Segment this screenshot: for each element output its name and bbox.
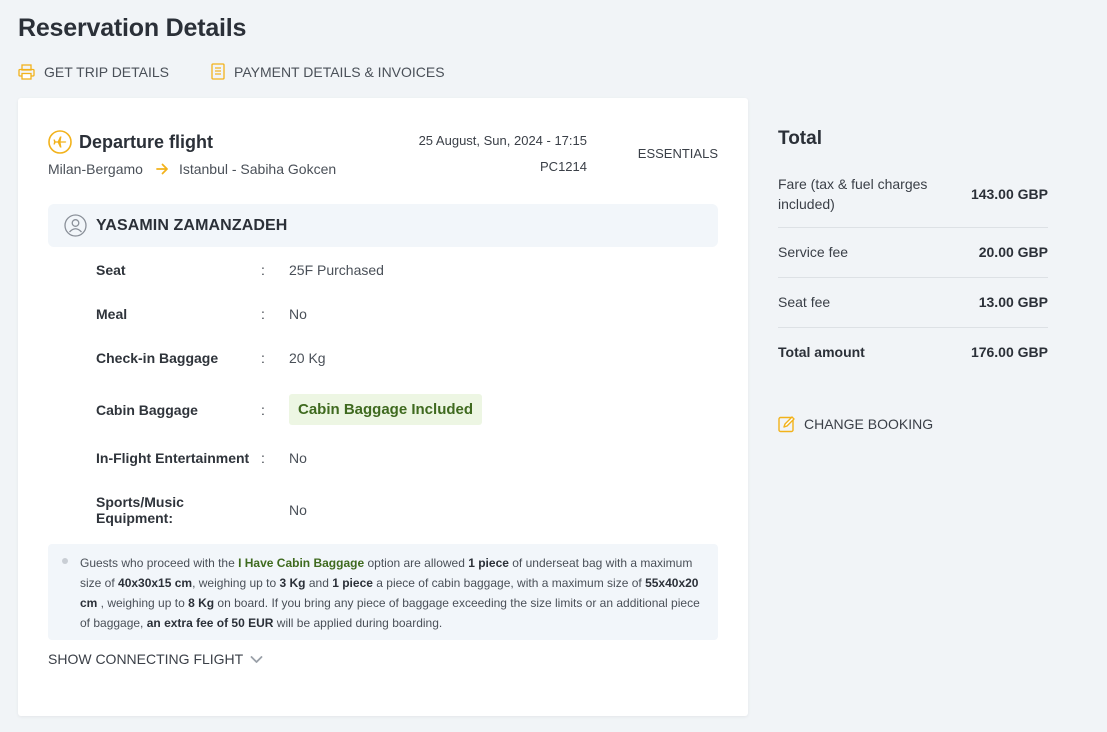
detail-label: Check-in Baggage [96,350,219,366]
bullet-dot [62,558,68,564]
detail-label: In-Flight Entertainment [96,450,250,466]
flight-number: PC1214 [540,159,587,174]
page-title: Reservation Details [18,14,247,42]
destination-airport: Istanbul - Sabiha Gokcen [178,161,337,177]
flight-card: Departure flight Milan-Bergamo Istanbul … [18,98,748,716]
meal-row: Meal : No [96,306,307,322]
detail-label: Cabin Baggage [96,401,198,418]
detail-label: Seat [96,262,126,278]
flight-route: Milan-Bergamo Istanbul - Sabiha Gokcen [48,161,336,177]
detail-colon: : [261,350,265,366]
cabin-baggage-row: Cabin Baggage : Cabin Baggage Included [96,394,483,425]
total-row-label: Seat fee [778,294,831,310]
document-icon [211,63,225,80]
detail-colon: : [261,401,265,418]
info-text: Guests who proceed with the I Have Cabin… [80,556,700,630]
total-panel: Total Fare (tax & fuel charges included)… [778,128,1048,377]
user-icon [64,214,87,237]
change-booking-button[interactable]: CHANGE BOOKING [778,415,933,433]
total-row-value: 20.00 GBP [978,244,1048,260]
printer-icon [18,63,35,80]
total-row-label: Service fee [778,244,849,260]
flight-header: Departure flight [48,130,213,154]
show-connecting-flight-button[interactable]: SHOW CONNECTING FLIGHT [48,651,263,667]
detail-value: No [289,502,307,518]
detail-colon: : [261,306,265,322]
passenger-bar: YASAMIN ZAMANZADEH [48,204,718,247]
total-title: Total [778,128,822,149]
detail-colon: : [261,262,265,278]
payment-details-label: PAYMENT DETAILS & INVOICES [234,63,445,80]
baggage-info-box: Guests who proceed with the I Have Cabin… [48,544,718,640]
total-row-value: 13.00 GBP [978,294,1048,310]
total-row-value: 143.00 GBP [970,186,1048,202]
show-connecting-label: SHOW CONNECTING FLIGHT [48,651,244,667]
sports-equipment-row: Sports/Music Equipment: No [96,494,307,526]
edit-icon [778,416,795,433]
seat-row: Seat : 25F Purchased [96,262,384,278]
passenger-name: YASAMIN ZAMANZADEH [96,216,288,234]
total-amount-value: 176.00 GBP [970,344,1048,360]
entertainment-row: In-Flight Entertainment : No [96,450,307,466]
flight-title: Departure flight [79,131,214,152]
plane-icon [48,130,72,154]
fare-class: ESSENTIALS [637,146,718,161]
arrow-right-icon [156,163,168,175]
cabin-baggage-badge: Cabin Baggage Included [289,394,483,425]
chevron-down-icon [250,655,263,663]
total-row-label: Total amount [778,344,865,360]
detail-label: Meal [96,306,128,322]
payment-details-link[interactable]: PAYMENT DETAILS & INVOICES [211,63,445,80]
checkin-baggage-row: Check-in Baggage : 20 Kg [96,350,326,366]
get-trip-details-label: GET TRIP DETAILS [44,63,170,80]
detail-value: No [289,306,307,322]
detail-value: 25F Purchased [289,262,384,278]
change-booking-label: CHANGE BOOKING [804,416,934,432]
total-row-label: Fare (tax & fuel charges included) [778,176,928,212]
seat-fee-row: Seat fee 13.00 GBP [778,278,1048,328]
detail-value: 20 Kg [289,350,326,366]
detail-value: No [289,450,307,466]
origin-airport: Milan-Bergamo [48,161,143,177]
service-fee-row: Service fee 20.00 GBP [778,228,1048,278]
flight-datetime: 25 August, Sun, 2024 - 17:15 [418,133,587,148]
detail-colon: : [261,450,265,466]
total-amount-row: Total amount 176.00 GBP [778,328,1048,377]
get-trip-details-link[interactable]: GET TRIP DETAILS [18,63,169,80]
fare-row: Fare (tax & fuel charges included) 143.0… [778,174,1048,228]
detail-label: Sports/Music Equipment: [96,494,184,526]
top-links: GET TRIP DETAILS PAYMENT DETAILS & INVOI… [18,63,487,80]
